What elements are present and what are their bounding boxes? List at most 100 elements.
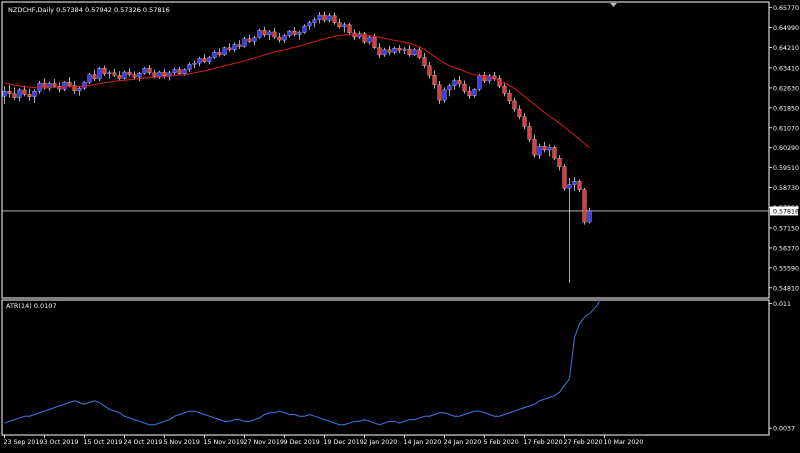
candle-body-bear	[552, 147, 557, 159]
candle-body-bull	[302, 25, 307, 33]
candle	[87, 72, 92, 85]
chart-canvas[interactable]: 0.65770 0.64990 0.64210 0.63410 0.62630 0.618…	[0, 0, 800, 449]
candle-body-bull	[402, 48, 407, 51]
candle-body-bear	[507, 93, 512, 102]
time-tick-label: 2 Jan 2020	[364, 439, 398, 446]
candle-body-bear	[532, 139, 537, 156]
candle-body-bull	[212, 52, 217, 58]
candle-body-bear	[132, 74, 137, 78]
time-tick-label: 27 Feb 2020	[564, 439, 603, 446]
candle-body-bull	[197, 58, 202, 64]
candle-body-bear	[517, 108, 522, 117]
candle-body-bear	[542, 146, 547, 151]
price-tick-label: 0.55590	[773, 265, 799, 272]
candle-body-bull	[167, 72, 172, 77]
candle-body-bull	[242, 38, 247, 47]
time-tick-label: 10 Mar 2020	[604, 439, 644, 446]
candle	[562, 164, 567, 191]
candle-body-bull	[587, 210, 592, 223]
candle-body-bull	[287, 30, 292, 36]
candle-body-bear	[12, 93, 17, 98]
candle-body-bear	[427, 65, 432, 76]
candle-body-bull	[327, 15, 332, 21]
time-tick-label: 15 Nov 2019	[204, 439, 244, 446]
candle-body-bull	[547, 147, 552, 151]
candle-body-bear	[52, 83, 57, 87]
candle-body-bear	[457, 80, 462, 85]
time-tick-label: 23 Sep 2019	[4, 439, 44, 446]
candle-body-bull	[382, 49, 387, 56]
candle-body-bull	[122, 71, 127, 79]
time-tick-label: 5 Feb 2020	[484, 439, 519, 446]
candle-body-bear	[422, 57, 427, 66]
price-tick-label: 0.54810	[773, 285, 799, 292]
candle-body-bull	[222, 47, 227, 56]
candle-body-bear	[92, 74, 97, 80]
candle	[362, 31, 367, 44]
candle-body-bull	[317, 14, 322, 20]
candle-body-bear	[67, 82, 72, 86]
current-price-label: 0.57816	[773, 208, 799, 215]
time-tick-label: 14 Jan 2020	[404, 439, 442, 446]
candle-body-bear	[502, 85, 507, 94]
candle-body-bear	[407, 48, 412, 56]
price-tick-label: 0.63410	[773, 65, 799, 72]
candle-body-bull	[392, 48, 397, 53]
candle-body-bull	[77, 87, 82, 91]
candle	[142, 66, 147, 75]
candle-body-bull	[342, 24, 347, 27]
candle-body-bull	[282, 35, 287, 41]
candle-body-bear	[337, 22, 342, 27]
price-tick-label: 0.57150	[773, 225, 799, 232]
candle	[582, 187, 587, 225]
price-tick-label: 0.65770	[773, 5, 799, 12]
candle-body-bull	[267, 31, 272, 36]
time-tick-label: 9 Dec 2019	[284, 439, 320, 446]
candle-body-bull	[312, 19, 317, 23]
candle-body-bear	[227, 47, 232, 50]
price-tick-label: 0.61070	[773, 125, 799, 132]
candle-body-bull	[37, 82, 42, 92]
candle-body-bear	[462, 83, 467, 92]
candle-body-bear	[522, 116, 527, 127]
candle-body-bear	[562, 166, 567, 189]
candle-body-bear	[247, 38, 252, 42]
candle-body-bear	[7, 91, 12, 94]
candle-body-bull	[192, 62, 197, 65]
candle-body-bull	[32, 91, 37, 97]
candle-body-bull	[187, 64, 192, 70]
candle-body-bear	[22, 89, 27, 95]
candle-body-bull	[537, 146, 542, 156]
candle-body-bear	[177, 69, 182, 74]
atr-title: ATR(14) 0.0107	[6, 302, 57, 310]
candle-body-bear	[387, 49, 392, 53]
candle-body-bull	[252, 37, 257, 42]
candle-body-bull	[107, 72, 112, 74]
price-tick-label: 0.62630	[773, 85, 799, 92]
price-title: NZDCHF,Daily 0.57384 0.57942 0.57326 0.5…	[8, 6, 170, 14]
candle-body-bull	[137, 73, 142, 78]
candle-body-bull	[142, 68, 147, 74]
candle-body-bull	[97, 68, 102, 80]
candle-body-bear	[112, 72, 117, 76]
candle-body-bear	[277, 36, 282, 41]
candle-body-bull	[367, 36, 372, 43]
candle-body-bear	[372, 36, 377, 48]
candle-body-bull	[157, 71, 162, 77]
candle-body-bull	[82, 82, 87, 89]
candle	[122, 70, 127, 80]
candle-body-bull	[232, 44, 237, 50]
candle-body-bull	[477, 75, 482, 90]
candle-body-bull	[567, 184, 572, 189]
price-tick-label: 0.64990	[773, 25, 799, 32]
candle-body-bull	[572, 181, 577, 185]
candle-body-bear	[102, 68, 107, 74]
candle-body-bull	[182, 69, 187, 74]
candle-body-bear	[147, 68, 152, 73]
candle-body-bear	[437, 84, 442, 101]
candle-body-bear	[527, 126, 532, 140]
candle-body-bull	[207, 57, 212, 62]
candle-body-bull	[472, 89, 477, 96]
candle	[552, 145, 557, 161]
chart-window: 0.65770 0.64990 0.64210 0.63410 0.62630 0.618…	[0, 0, 800, 449]
